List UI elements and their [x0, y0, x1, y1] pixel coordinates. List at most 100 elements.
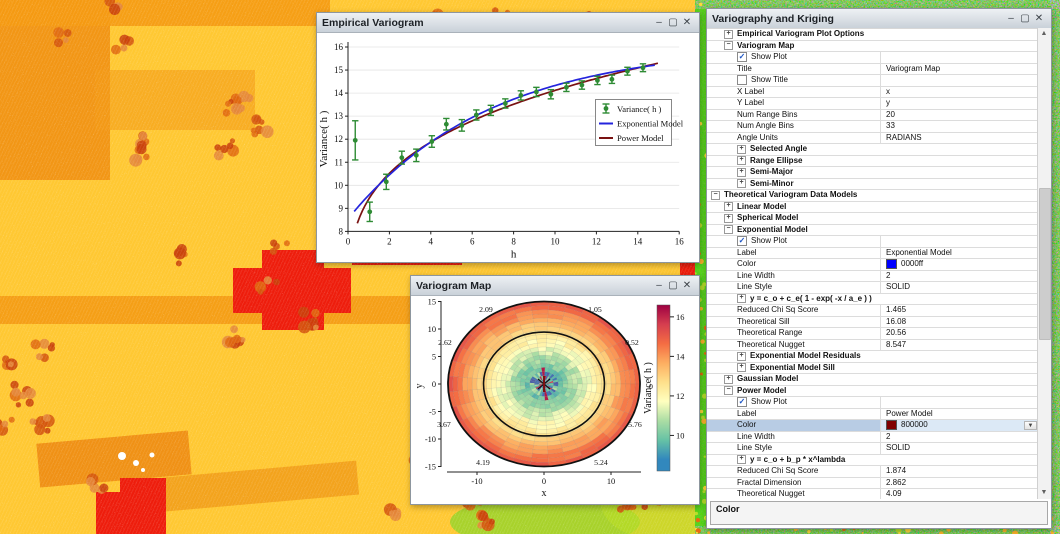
property-value[interactable]: x: [880, 87, 1038, 98]
property-row-theoretical-sill[interactable]: Theoretical Sill16.08: [707, 317, 1038, 329]
empirical-variogram-titlebar[interactable]: Empirical Variogram – ▢ ✕: [317, 13, 699, 33]
property-value[interactable]: [880, 52, 1038, 63]
property-value[interactable]: 800000▼: [880, 420, 1038, 431]
expand-icon[interactable]: +: [737, 352, 746, 361]
property-row-theoretical-variogram-data-models[interactable]: −Theoretical Variogram Data Models: [707, 190, 1038, 202]
property-grid[interactable]: +Empirical Variogram Plot Options−Variog…: [707, 28, 1038, 499]
empirical-variogram-window[interactable]: Empirical Variogram – ▢ ✕ 89101112131415…: [316, 12, 700, 263]
close-icon[interactable]: ✕: [680, 276, 694, 295]
scroll-up-icon[interactable]: ▲: [1038, 28, 1050, 40]
property-row-selected-angle[interactable]: +Selected Angle: [707, 144, 1038, 156]
collapse-icon[interactable]: −: [724, 386, 733, 395]
expand-icon[interactable]: +: [737, 168, 746, 177]
scroll-down-icon[interactable]: ▼: [1038, 487, 1050, 499]
property-row-exponential-model[interactable]: −Exponential Model: [707, 225, 1038, 237]
property-row-exponential-model-residuals[interactable]: +Exponential Model Residuals: [707, 351, 1038, 363]
close-icon[interactable]: ✕: [680, 13, 694, 32]
property-row-num-range-bins[interactable]: Num Range Bins20: [707, 110, 1038, 122]
property-value[interactable]: 8.547: [880, 340, 1038, 351]
expand-icon[interactable]: +: [737, 294, 746, 303]
property-row-theoretical-nugget[interactable]: Theoretical Nugget4.09: [707, 489, 1038, 499]
checkbox-checked[interactable]: ✓: [737, 52, 747, 62]
property-row-label[interactable]: LabelExponential Model: [707, 248, 1038, 260]
expand-icon[interactable]: +: [724, 30, 733, 39]
property-value[interactable]: 4.09: [880, 489, 1038, 499]
close-icon[interactable]: ✕: [1032, 9, 1046, 28]
property-row-y-c-o-b-p-x-lambda[interactable]: +y = c_o + b_p * x^lambda: [707, 455, 1038, 467]
expand-icon[interactable]: +: [737, 455, 746, 464]
property-value[interactable]: SOLID: [880, 282, 1038, 293]
property-value[interactable]: 1.874: [880, 466, 1038, 477]
property-row-semi-major[interactable]: +Semi-Major: [707, 167, 1038, 179]
property-row-range-ellipse[interactable]: +Range Ellipse: [707, 156, 1038, 168]
scrollbar-thumb[interactable]: [1039, 188, 1051, 340]
property-value[interactable]: y: [880, 98, 1038, 109]
property-row-angle-units[interactable]: Angle UnitsRADIANS: [707, 133, 1038, 145]
property-value[interactable]: 2.862: [880, 478, 1038, 489]
property-row-variogram-map[interactable]: −Variogram Map: [707, 41, 1038, 53]
minimize-icon[interactable]: –: [652, 13, 666, 32]
property-row-x-label[interactable]: X Labelx: [707, 87, 1038, 99]
expand-icon[interactable]: +: [724, 202, 733, 211]
property-row-linear-model[interactable]: +Linear Model: [707, 202, 1038, 214]
variogram-map-window[interactable]: Variogram Map – ▢ ✕ -15-10-5051015-10010…: [410, 275, 700, 505]
property-value[interactable]: 2: [880, 432, 1038, 443]
maximize-icon[interactable]: ▢: [666, 276, 680, 295]
property-row-line-width[interactable]: Line Width2: [707, 432, 1038, 444]
property-value[interactable]: [880, 397, 1038, 408]
empirical-variogram-plot[interactable]: 89101112131415160246810121416hVariance( …: [317, 33, 697, 261]
property-value[interactable]: Variogram Map: [880, 64, 1038, 75]
property-row-reduced-chi-sq-score[interactable]: Reduced Chi Sq Score1.874: [707, 466, 1038, 478]
property-row-y-label[interactable]: Y Labely: [707, 98, 1038, 110]
property-row-line-style[interactable]: Line StyleSOLID: [707, 443, 1038, 455]
variogram-map-titlebar[interactable]: Variogram Map – ▢ ✕: [411, 276, 699, 296]
property-value[interactable]: 20: [880, 110, 1038, 121]
expand-icon[interactable]: +: [737, 156, 746, 165]
property-row-gaussian-model[interactable]: +Gaussian Model: [707, 374, 1038, 386]
property-row-show-title[interactable]: Show Title: [707, 75, 1038, 87]
property-value[interactable]: 2: [880, 271, 1038, 282]
property-value[interactable]: Power Model: [880, 409, 1038, 420]
property-row-exponential-model-sill[interactable]: +Exponential Model Sill: [707, 363, 1038, 375]
scrollbar[interactable]: ▲ ▼: [1037, 28, 1051, 499]
maximize-icon[interactable]: ▢: [1018, 9, 1032, 28]
property-row-show-plot[interactable]: ✓Show Plot: [707, 397, 1038, 409]
property-row-title[interactable]: TitleVariogram Map: [707, 64, 1038, 76]
checkbox-checked[interactable]: ✓: [737, 397, 747, 407]
property-value[interactable]: [880, 236, 1038, 247]
property-row-color[interactable]: Color0000ff: [707, 259, 1038, 271]
property-row-y-c-o-c-e-1-exp-x-a-e-[interactable]: +y = c_o + c_e( 1 - exp( -x / a_e ) ): [707, 294, 1038, 306]
property-row-semi-minor[interactable]: +Semi-Minor: [707, 179, 1038, 191]
property-value[interactable]: [880, 75, 1038, 86]
checkbox-unchecked[interactable]: [737, 75, 747, 85]
variography-kriging-panel[interactable]: Variography and Kriging – ▢ ✕ +Empirical…: [706, 8, 1052, 529]
expand-icon[interactable]: +: [724, 375, 733, 384]
property-row-show-plot[interactable]: ✓Show Plot: [707, 52, 1038, 64]
property-row-power-model[interactable]: −Power Model: [707, 386, 1038, 398]
property-value[interactable]: 33: [880, 121, 1038, 132]
variogram-map-plot[interactable]: -15-10-5051015-10010xy2.091.052.620.5203…: [411, 296, 697, 503]
property-row-empirical-variogram-plot-options[interactable]: +Empirical Variogram Plot Options: [707, 29, 1038, 41]
property-row-show-plot[interactable]: ✓Show Plot: [707, 236, 1038, 248]
property-row-line-style[interactable]: Line StyleSOLID: [707, 282, 1038, 294]
property-row-num-angle-bins[interactable]: Num Angle Bins33: [707, 121, 1038, 133]
panel-titlebar[interactable]: Variography and Kriging – ▢ ✕: [707, 9, 1051, 29]
expand-icon[interactable]: +: [737, 363, 746, 372]
property-row-theoretical-range[interactable]: Theoretical Range20.56: [707, 328, 1038, 340]
property-value[interactable]: 16.08: [880, 317, 1038, 328]
checkbox-checked[interactable]: ✓: [737, 236, 747, 246]
expand-icon[interactable]: +: [724, 214, 733, 223]
property-value[interactable]: 20.56: [880, 328, 1038, 339]
property-row-theoretical-nugget[interactable]: Theoretical Nugget8.547: [707, 340, 1038, 352]
property-row-label[interactable]: LabelPower Model: [707, 409, 1038, 421]
minimize-icon[interactable]: –: [652, 276, 666, 295]
property-row-fractal-dimension[interactable]: Fractal Dimension2.862: [707, 478, 1038, 490]
property-value[interactable]: RADIANS: [880, 133, 1038, 144]
expand-icon[interactable]: +: [737, 179, 746, 188]
collapse-icon[interactable]: −: [711, 191, 720, 200]
minimize-icon[interactable]: –: [1004, 9, 1018, 28]
property-row-line-width[interactable]: Line Width2: [707, 271, 1038, 283]
property-row-reduced-chi-sq-score[interactable]: Reduced Chi Sq Score1.465: [707, 305, 1038, 317]
property-value[interactable]: Exponential Model: [880, 248, 1038, 259]
property-value[interactable]: SOLID: [880, 443, 1038, 454]
